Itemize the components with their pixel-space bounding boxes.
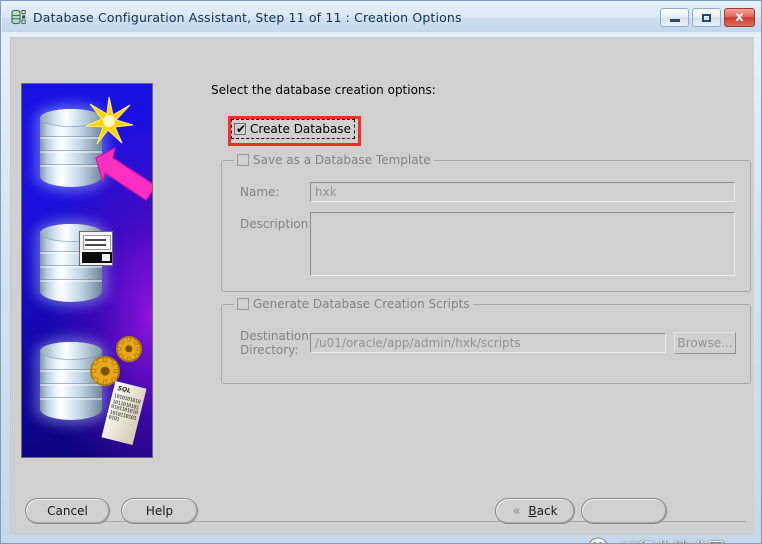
next-button[interactable]: Next: [581, 498, 667, 524]
title-bar: Database Configuration Assistant, Step 1…: [2, 2, 761, 32]
watermark-text: IT行业技术圈: [621, 535, 725, 544]
wechat-logo-icon: [589, 537, 615, 543]
oracle-dbca-illustration: SQL 101010101010110101010101101010101011…: [21, 83, 153, 458]
close-button[interactable]: x: [724, 8, 755, 27]
template-group-title: Save as a Database Template: [253, 153, 431, 167]
dialog-client-area: SQL 101010101010110101010101101010101011…: [10, 37, 754, 543]
creation-options-form: Select the database creation options: ✔ …: [203, 83, 751, 384]
template-name-label: Name:: [240, 185, 280, 199]
back-button-label: Back: [528, 504, 557, 518]
back-rest: ack: [536, 504, 558, 518]
checkmark-icon: ✔: [236, 122, 247, 136]
scripts-group-title: Generate Database Creation Scripts: [253, 297, 470, 311]
floppy-disk-icon: [79, 231, 113, 266]
caption-buttons: x: [660, 8, 755, 27]
close-icon: x: [735, 10, 744, 25]
destination-label-line1: Destination: [240, 329, 309, 343]
create-database-checkbox[interactable]: ✔ Create Database: [231, 119, 355, 139]
cancel-button-label: Cancel: [47, 504, 88, 518]
database-icon: [11, 9, 27, 25]
destination-label-line2: Directory:: [240, 343, 299, 357]
sql-scroll-bits: 1010101010101101010101011010101010110101…: [107, 393, 141, 423]
scripts-group: Generate Database Creation Scripts Desti…: [221, 297, 751, 384]
cancel-button[interactable]: Cancel: [25, 498, 110, 524]
instruction-text: Select the database creation options:: [211, 83, 436, 97]
minimize-button[interactable]: [660, 8, 689, 27]
template-description-label: Description:: [240, 217, 313, 231]
pink-arrow-icon: [94, 146, 152, 202]
star-icon: [84, 96, 134, 146]
wechat-watermark: IT行业技术圈: [589, 532, 741, 544]
checkbox-box: ✔: [234, 123, 246, 135]
maximize-button[interactable]: [692, 8, 721, 27]
back-mnemonic: B: [528, 504, 537, 518]
template-group-header[interactable]: Save as a Database Template: [234, 153, 434, 167]
chevron-left-icon: «: [512, 503, 521, 519]
template-group: Save as a Database Template Name: hxk De…: [221, 153, 751, 292]
save-template-checkbox[interactable]: [237, 154, 249, 166]
browse-button[interactable]: Browse...: [674, 332, 736, 354]
gears-icon: [116, 336, 142, 362]
destination-directory-input[interactable]: /u01/oracle/app/admin/hxk/scripts: [310, 333, 666, 353]
help-button-label: Help: [145, 504, 174, 518]
generate-scripts-checkbox[interactable]: [237, 298, 249, 310]
template-description-input[interactable]: [310, 212, 735, 276]
scripts-group-header[interactable]: Generate Database Creation Scripts: [234, 297, 473, 311]
sql-scroll-icon: SQL 101010101010110101010101101010101011…: [101, 380, 147, 446]
window-title: Database Configuration Assistant, Step 1…: [33, 9, 462, 25]
dbca-window: Database Configuration Assistant, Step 1…: [0, 0, 762, 544]
help-button[interactable]: Help: [121, 498, 198, 524]
minimize-icon: [669, 19, 680, 22]
template-name-input[interactable]: hxk: [310, 182, 735, 202]
back-button[interactable]: « Back: [495, 498, 575, 524]
maximize-icon: [702, 13, 711, 22]
create-database-label: Create Database: [250, 122, 351, 136]
